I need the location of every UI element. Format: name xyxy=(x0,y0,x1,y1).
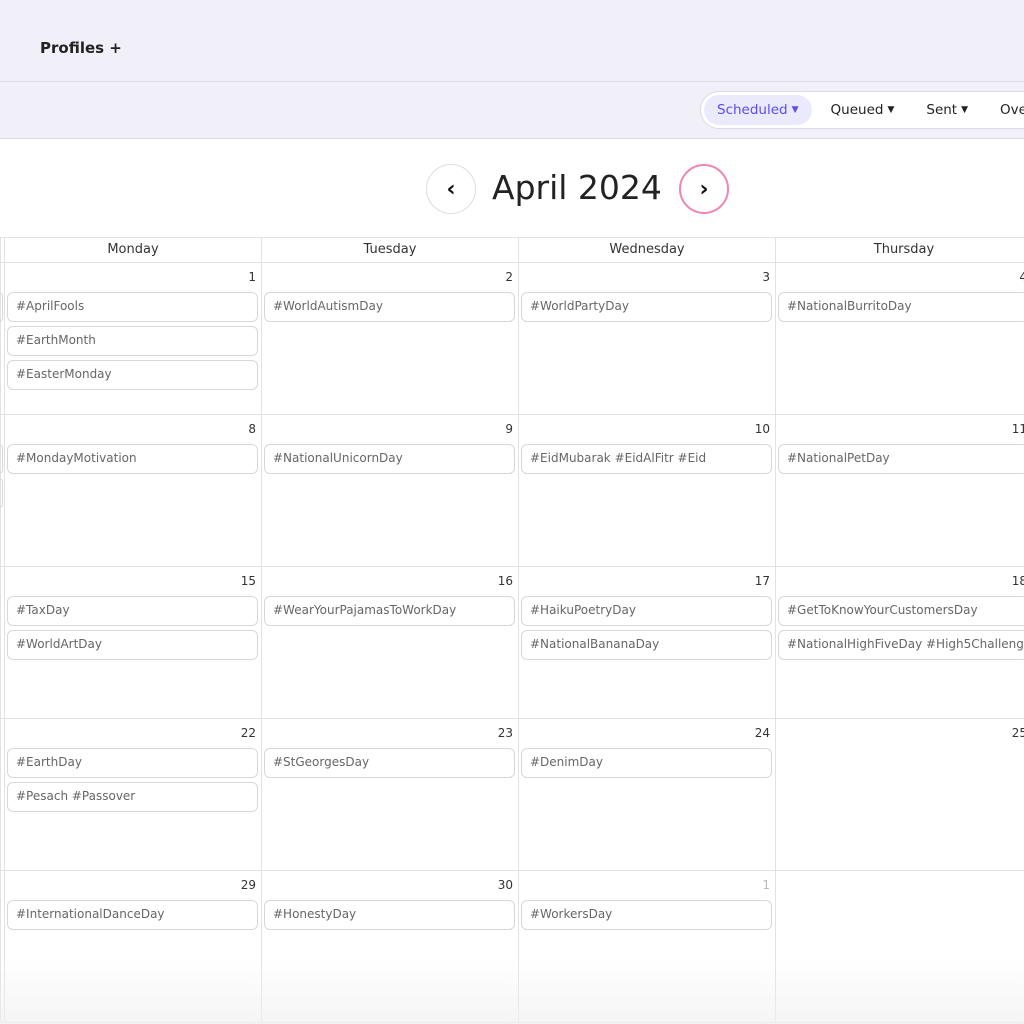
day-cell[interactable]: 3 #WorldPartyDay xyxy=(518,263,775,414)
week-row: 29 #InternationalDanceDay 30 #HonestyDay 1 #W… xyxy=(0,871,1024,1023)
toolbar: Scheduled▼Queued▼Sent▼Overv xyxy=(0,82,1024,139)
day-number: 11 xyxy=(1011,422,1024,436)
chevron-right-icon: › xyxy=(699,176,709,202)
tab-queued[interactable]: Queued ▼ xyxy=(818,95,908,125)
event-card[interactable]: #NationalHighFiveDay #High5Challenge xyxy=(778,630,1024,660)
event-card[interactable]: #NationalBananaDay xyxy=(521,630,772,660)
day-number: 15 xyxy=(240,574,256,588)
event-card[interactable]: #TaxDay xyxy=(7,596,258,626)
event-card[interactable]: #EidMubarak #EidAlFitr #Eid xyxy=(521,444,772,474)
day-cell[interactable]: 17 #HaikuPoetryDay #NationalBananaDay xyxy=(518,567,775,718)
day-cell[interactable]: 29 #InternationalDanceDay xyxy=(4,871,261,1022)
weekday-monday: Monday xyxy=(4,238,261,262)
event-card[interactable]: #StGeorgesDay xyxy=(264,748,515,778)
event-card[interactable] xyxy=(0,444,3,474)
tab-sent[interactable]: Sent ▼ xyxy=(913,95,981,125)
day-cell[interactable]: 10 #EidMubarak #EidAlFitr #Eid xyxy=(518,415,775,566)
day-cell[interactable]: 1 #AprilFools #EarthMonth #EasterMonday xyxy=(4,263,261,414)
event-card[interactable]: #HonestyDay xyxy=(264,900,515,930)
event-card[interactable]: #EarthMonth xyxy=(7,326,258,356)
day-number: 16 xyxy=(497,574,513,588)
event-card[interactable]: #HaikuPoetryDay xyxy=(521,596,772,626)
event-card[interactable]: #Pesach #Passover xyxy=(7,782,258,812)
week-row: 22 #EarthDay #Pesach #Passover 23 #StGeorges… xyxy=(0,719,1024,871)
tab-label: Sent xyxy=(926,102,958,118)
event-card[interactable]: #AprilFools xyxy=(7,292,258,322)
day-number: 9 xyxy=(505,422,513,436)
event-card[interactable]: #NationalUnicornDay xyxy=(264,444,515,474)
profiles-add-button[interactable]: Profiles + xyxy=(40,39,122,57)
event-card[interactable]: #NationalBurritoDay xyxy=(778,292,1024,322)
day-number: 24 xyxy=(754,726,770,740)
day-cell[interactable]: 15 #TaxDay #WorldArtDay xyxy=(4,567,261,718)
event-card[interactable]: #WorldArtDay xyxy=(7,630,258,660)
chevron-left-icon: ‹ xyxy=(446,176,456,202)
week-row: 1 #AprilFools #EarthMonth #EasterMonday 2 #Wo… xyxy=(0,263,1024,415)
day-number: 1 xyxy=(762,878,770,892)
day-number: 25 xyxy=(1011,726,1024,740)
day-number: 22 xyxy=(240,726,256,740)
day-number: 23 xyxy=(497,726,513,740)
calendar-grid: Monday Tuesday Wednesday Thursday 1 #AprilFoo… xyxy=(0,237,1024,1023)
month-navigation: ‹ April 2024 › xyxy=(0,164,1024,214)
day-cell[interactable]: 30 #HonestyDay xyxy=(261,871,518,1022)
caret-down-icon: ▼ xyxy=(887,105,895,115)
month-title: April 2024 xyxy=(492,168,662,207)
event-card[interactable]: #MondayMotivation xyxy=(7,444,258,474)
tab-label: Scheduled xyxy=(717,102,788,118)
day-number: 17 xyxy=(754,574,770,588)
weekday-wednesday: Wednesday xyxy=(518,238,775,262)
day-number: 3 xyxy=(762,270,770,284)
event-card[interactable]: #WearYourPajamasToWorkDay xyxy=(264,596,515,626)
tab-label: Queued xyxy=(830,102,884,118)
day-cell[interactable]: 24 #DenimDay xyxy=(518,719,775,870)
week-row: 8 #MondayMotivation 9 #NationalUnicornDay 10… xyxy=(0,415,1024,567)
next-month-button[interactable]: › xyxy=(679,164,729,214)
day-cell[interactable]: 2 #WorldAutismDay xyxy=(261,263,518,414)
event-card[interactable] xyxy=(0,478,3,508)
week-row: 15 #TaxDay #WorldArtDay 16 #WearYourPajamasT… xyxy=(0,567,1024,719)
day-cell[interactable]: 1 #WorkersDay xyxy=(518,871,775,1022)
event-card[interactable]: #WorldPartyDay xyxy=(521,292,772,322)
event-card[interactable]: #InternationalDanceDay xyxy=(7,900,258,930)
tab-overv[interactable]: Overv xyxy=(987,95,1024,125)
tab-label: Overv xyxy=(1000,102,1024,118)
day-cell[interactable] xyxy=(775,871,1024,1022)
weekday-tuesday: Tuesday xyxy=(261,238,518,262)
day-cell[interactable]: 9 #NationalUnicornDay xyxy=(261,415,518,566)
previous-month-button[interactable]: ‹ xyxy=(426,164,476,214)
post-status-tabs: Scheduled▼Queued▼Sent▼Overv xyxy=(700,91,1024,129)
day-number: 8 xyxy=(248,422,256,436)
event-card[interactable]: #WorkersDay xyxy=(521,900,772,930)
event-card[interactable]: #NationalPetDay xyxy=(778,444,1024,474)
day-cell[interactable]: 18 #GetToKnowYourCustomersDay #NationalHig… xyxy=(775,567,1024,718)
caret-down-icon: ▼ xyxy=(791,105,799,115)
day-cell[interactable]: 8 #MondayMotivation xyxy=(4,415,261,566)
day-number: 4 xyxy=(1019,270,1024,284)
event-card[interactable]: #GetToKnowYourCustomersDay xyxy=(778,596,1024,626)
day-number: 18 xyxy=(1011,574,1024,588)
day-cell[interactable]: 23 #StGeorgesDay xyxy=(261,719,518,870)
day-number: 29 xyxy=(240,878,256,892)
event-card[interactable]: #EasterMonday xyxy=(7,360,258,390)
day-cell[interactable]: 25 xyxy=(775,719,1024,870)
day-cell[interactable]: 11 #NationalPetDay xyxy=(775,415,1024,566)
event-card[interactable]: #WorldAutismDay xyxy=(264,292,515,322)
day-number: 30 xyxy=(497,878,513,892)
top-bar: Profiles + xyxy=(0,0,1024,82)
day-number: 1 xyxy=(248,270,256,284)
event-card[interactable]: #EarthDay xyxy=(7,748,258,778)
event-card[interactable]: #DenimDay xyxy=(521,748,772,778)
weekday-header: Monday Tuesday Wednesday Thursday xyxy=(0,238,1024,263)
weekday-thursday: Thursday xyxy=(775,238,1024,262)
event-card[interactable] xyxy=(0,292,3,322)
day-cell[interactable]: 4 #NationalBurritoDay xyxy=(775,263,1024,414)
tab-scheduled[interactable]: Scheduled ▼ xyxy=(704,95,812,125)
caret-down-icon: ▼ xyxy=(961,105,969,115)
day-number: 2 xyxy=(505,270,513,284)
day-cell[interactable]: 16 #WearYourPajamasToWorkDay xyxy=(261,567,518,718)
day-number: 10 xyxy=(754,422,770,436)
day-cell[interactable]: 22 #EarthDay #Pesach #Passover xyxy=(4,719,261,870)
